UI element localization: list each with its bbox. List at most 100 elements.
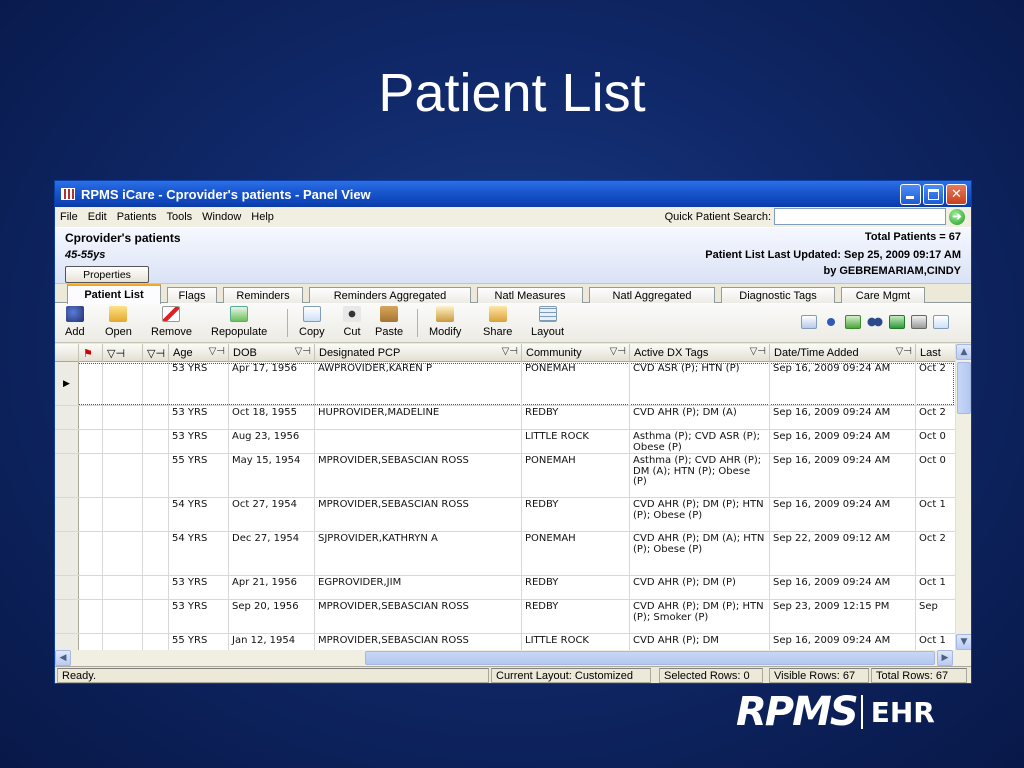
tab-diagnostic-tags[interactable]: Diagnostic Tags bbox=[721, 287, 835, 303]
print-icon[interactable] bbox=[911, 315, 927, 329]
row-selector[interactable] bbox=[55, 576, 79, 599]
flag-column-header[interactable]: ⚑ bbox=[79, 344, 103, 362]
menu-window[interactable]: Window bbox=[197, 211, 246, 223]
maximize-icon bbox=[928, 189, 939, 200]
scroll-right-button[interactable]: ▶ bbox=[937, 650, 953, 666]
row-selector[interactable] bbox=[55, 454, 79, 497]
add-button[interactable]: Add bbox=[65, 306, 85, 338]
filter-pin-icon[interactable]: ▽⊣ bbox=[896, 346, 912, 357]
col-header-community[interactable]: Community ▽⊣ bbox=[522, 344, 630, 362]
col-header-age[interactable]: Age ▽⊣ bbox=[169, 344, 229, 362]
col-header-active-dx-tags[interactable]: Active DX Tags ▽⊣ bbox=[630, 344, 770, 362]
open-button[interactable]: Open bbox=[105, 306, 132, 338]
tab-natl-aggregated[interactable]: Natl Aggregated bbox=[589, 287, 715, 303]
row-selector[interactable]: ▶ bbox=[55, 362, 79, 405]
quick-search-input[interactable] bbox=[774, 208, 946, 225]
community-cell: REDBY bbox=[522, 576, 630, 599]
col-header-designated-pcp[interactable]: Designated PCP ▽⊣ bbox=[315, 344, 522, 362]
vertical-scroll-thumb[interactable] bbox=[957, 362, 971, 414]
active-dx-tags-cell: CVD AHR (P); DM (P); HTN (P); Obese (P) bbox=[630, 498, 770, 531]
tab-natl-measures[interactable]: Natl Measures bbox=[477, 287, 583, 303]
menu-help[interactable]: Help bbox=[246, 211, 279, 223]
active-dx-tags-cell: Asthma (P); CVD ASR (P); Obese (P) bbox=[630, 430, 770, 453]
active-dx-tags-cell: CVD AHR (P); DM bbox=[630, 634, 770, 650]
table-row[interactable]: 55 YRS May 15, 1954 MPROVIDER,SEBASCIAN RO… bbox=[55, 454, 956, 498]
excel-export-icon[interactable] bbox=[889, 315, 905, 329]
window-titlebar[interactable]: RPMS iCare - Cprovider's patients - Pane… bbox=[55, 181, 971, 207]
col-header-date-time-added[interactable]: Date/Time Added ▽⊣ bbox=[770, 344, 916, 362]
layout-button[interactable]: Layout bbox=[531, 306, 564, 338]
tab-reminders-aggregated[interactable]: Reminders Aggregated bbox=[309, 287, 471, 303]
copy-button[interactable]: Copy bbox=[299, 306, 325, 338]
date-time-added-cell: Sep 16, 2009 09:24 AM bbox=[770, 576, 916, 599]
date-time-added-cell: Sep 16, 2009 09:24 AM bbox=[770, 362, 916, 405]
properties-button[interactable]: Properties bbox=[65, 266, 149, 283]
remove-button[interactable]: Remove bbox=[151, 306, 192, 338]
modify-button[interactable]: Modify bbox=[429, 306, 461, 338]
table-row[interactable]: 53 YRS Sep 20, 1956 MPROVIDER,SEBASCIAN RO… bbox=[55, 600, 956, 634]
tab-care-mgmt[interactable]: Care Mgmt bbox=[841, 287, 925, 303]
row-selector[interactable] bbox=[55, 430, 79, 453]
vertical-scrollbar[interactable]: ▲ ▼ bbox=[955, 344, 971, 650]
scroll-up-button[interactable]: ▲ bbox=[956, 344, 971, 360]
menu-edit[interactable]: Edit bbox=[83, 211, 112, 223]
toolbar-separator bbox=[417, 309, 418, 337]
flag-cell bbox=[103, 454, 143, 497]
flag-cell bbox=[103, 600, 143, 633]
horizontal-scroll-thumb[interactable] bbox=[365, 651, 935, 665]
row-selector[interactable] bbox=[55, 532, 79, 575]
table-row[interactable]: 53 YRS Oct 18, 1955 HUPROVIDER,MADELINE RED… bbox=[55, 406, 956, 430]
remove-icon bbox=[162, 306, 181, 322]
filter-pin-icon[interactable]: ▽⊣ bbox=[502, 346, 518, 357]
paste-button[interactable]: Paste bbox=[375, 306, 403, 338]
close-button[interactable]: ✕ bbox=[946, 184, 967, 205]
last-updated: Patient List Last Updated: Sep 25, 2009 … bbox=[705, 249, 961, 261]
scroll-left-button[interactable]: ◀ bbox=[55, 650, 71, 666]
maximize-button[interactable] bbox=[923, 184, 944, 205]
app-grid-icon bbox=[61, 188, 75, 200]
filter-pin-icon[interactable]: ▽⊣ bbox=[209, 346, 225, 357]
horizontal-scrollbar[interactable]: ◀ ▶ bbox=[55, 650, 971, 666]
table-row[interactable]: 53 YRS Aug 23, 1956 LITTLE ROCK Asthma (P);… bbox=[55, 430, 956, 454]
col-header-dob[interactable]: DOB ▽⊣ bbox=[229, 344, 315, 362]
menu-file[interactable]: File bbox=[55, 211, 83, 223]
filter-pin-icon: ▽⊣ bbox=[107, 347, 126, 360]
row-selector[interactable] bbox=[55, 634, 79, 650]
go-arrow-icon[interactable]: ➔ bbox=[949, 208, 965, 225]
copy-icon[interactable] bbox=[933, 315, 949, 329]
minimize-button[interactable] bbox=[900, 184, 921, 205]
refresh-icon[interactable] bbox=[845, 315, 861, 329]
table-row[interactable]: 54 YRS Dec 27, 1954 SJPROVIDER,KATHRYN A PO… bbox=[55, 532, 956, 576]
tab-reminders[interactable]: Reminders bbox=[223, 287, 303, 303]
filter-pin-icon[interactable]: ▽⊣ bbox=[610, 346, 626, 357]
undo-icon[interactable] bbox=[823, 315, 839, 329]
last-cell: Oct 1 bbox=[916, 634, 956, 650]
table-row[interactable]: 54 YRS Oct 27, 1954 MPROVIDER,SEBASCIAN RO… bbox=[55, 498, 956, 532]
repopulate-button[interactable]: Repopulate bbox=[211, 306, 267, 338]
dob-cell: Oct 27, 1954 bbox=[229, 498, 315, 531]
window-title: RPMS iCare - Cprovider's patients - Pane… bbox=[81, 186, 371, 202]
filter-column-header[interactable]: ▽⊣ bbox=[103, 344, 143, 362]
table-row[interactable]: ▶ 53 YRS Apr 17, 1956 AWPROVIDER,KAREN P PON… bbox=[55, 362, 956, 406]
table-row[interactable]: 53 YRS Apr 21, 1956 EGPROVIDER,JIM REDBY CVD… bbox=[55, 576, 956, 600]
dob-cell: May 15, 1954 bbox=[229, 454, 315, 497]
table-row[interactable]: 55 YRS Jan 12, 1954 MPROVIDER,SEBASCIAN RO… bbox=[55, 634, 956, 650]
filter-pin-icon[interactable]: ▽⊣ bbox=[295, 346, 311, 357]
col-header-last[interactable]: Last bbox=[916, 344, 956, 362]
row-selector[interactable] bbox=[55, 406, 79, 429]
row-selector[interactable] bbox=[55, 498, 79, 531]
find-binoculars-icon[interactable] bbox=[867, 315, 883, 329]
menu-patients[interactable]: Patients bbox=[112, 211, 162, 223]
share-button[interactable]: Share bbox=[483, 306, 512, 338]
tab-patient-list[interactable]: Patient List bbox=[67, 284, 161, 304]
age-cell: 55 YRS bbox=[169, 454, 229, 497]
filter-pin-icon[interactable]: ▽⊣ bbox=[750, 346, 766, 357]
email-icon[interactable] bbox=[801, 315, 817, 329]
filter-column-header[interactable]: ▽⊣ bbox=[143, 344, 169, 362]
menu-tools[interactable]: Tools bbox=[161, 211, 197, 223]
row-selector[interactable] bbox=[55, 600, 79, 633]
tab-flags[interactable]: Flags bbox=[167, 287, 217, 303]
cut-button[interactable]: Cut bbox=[343, 306, 361, 338]
panel-header: Cprovider's patients 45-55ys Properties … bbox=[55, 227, 971, 284]
scroll-down-button[interactable]: ▼ bbox=[956, 634, 971, 650]
